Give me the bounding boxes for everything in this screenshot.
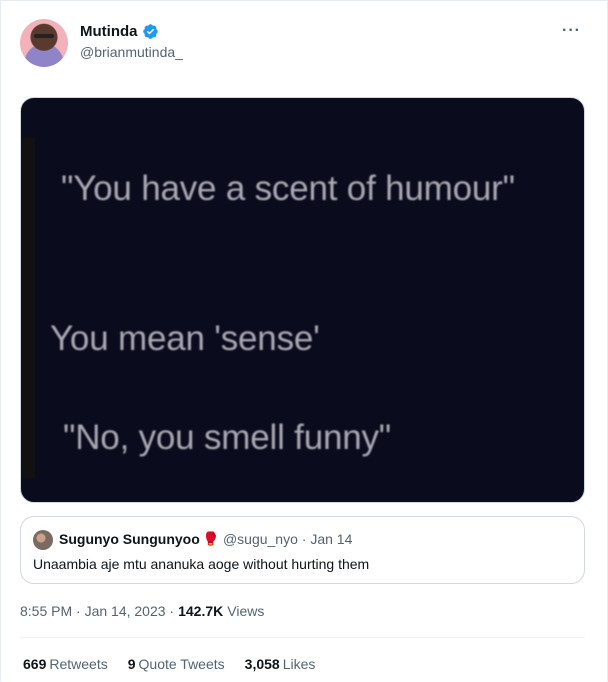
timestamp-text[interactable]: 8:55 PM · Jan 14, 2023 ·	[20, 603, 174, 619]
quote-tweets-count: 9	[127, 656, 136, 672]
retweets-count: 669	[23, 656, 47, 672]
quoted-header: Sugunyo Sungunyoo 🥊 @sugu_nyo · Jan 14	[59, 531, 352, 547]
divider	[20, 637, 585, 638]
likes-label: Likes	[282, 656, 316, 672]
tweet-timestamp: 8:55 PM · Jan 14, 2023 · 142.7K Views	[20, 603, 264, 619]
author-avatar[interactable]	[20, 19, 68, 67]
image-text-line-2: You mean 'sense'	[50, 319, 320, 358]
boxing-glove-icon: 🥊	[202, 531, 219, 546]
verified-badge-icon	[142, 24, 158, 39]
retweets-label: Retweets	[49, 656, 108, 672]
author-display-name[interactable]: Mutinda	[80, 23, 138, 40]
author-handle[interactable]: @brianmutinda_	[80, 44, 183, 60]
views-label: Views	[227, 603, 265, 619]
views-count: 142.7K	[178, 603, 224, 619]
more-options-icon[interactable]: ···	[562, 22, 581, 40]
quoted-handle-date: @sugu_nyo · Jan 14	[222, 531, 353, 547]
quoted-author-avatar	[33, 530, 53, 550]
quote-tweets-stat[interactable]: 9 Quote Tweets	[128, 656, 225, 672]
engagement-stats: 669 Retweets 9 Quote Tweets 3,058 Likes	[23, 656, 315, 672]
image-text-line-3: "No, you smell funny"	[63, 418, 392, 457]
author-name-row[interactable]: Mutinda	[80, 23, 159, 40]
likes-stat[interactable]: 3,058 Likes	[245, 656, 316, 672]
image-text-line-1: "You have a scent of humour"	[61, 169, 515, 208]
retweets-stat[interactable]: 669 Retweets	[23, 656, 108, 672]
quoted-display-name: Sugunyo Sungunyoo	[59, 531, 200, 547]
quote-tweets-label: Quote Tweets	[138, 656, 225, 672]
quoted-tweet[interactable]: Sugunyo Sungunyoo 🥊 @sugu_nyo · Jan 14 U…	[20, 516, 585, 584]
tweet-image[interactable]: "You have a scent of humour" You mean 's…	[20, 97, 585, 503]
quoted-text: Unaambia aje mtu ananuka aoge without hu…	[33, 556, 370, 572]
image-edge-shadow	[21, 138, 35, 478]
likes-count: 3,058	[244, 656, 280, 672]
avatar-glasses	[34, 34, 54, 38]
